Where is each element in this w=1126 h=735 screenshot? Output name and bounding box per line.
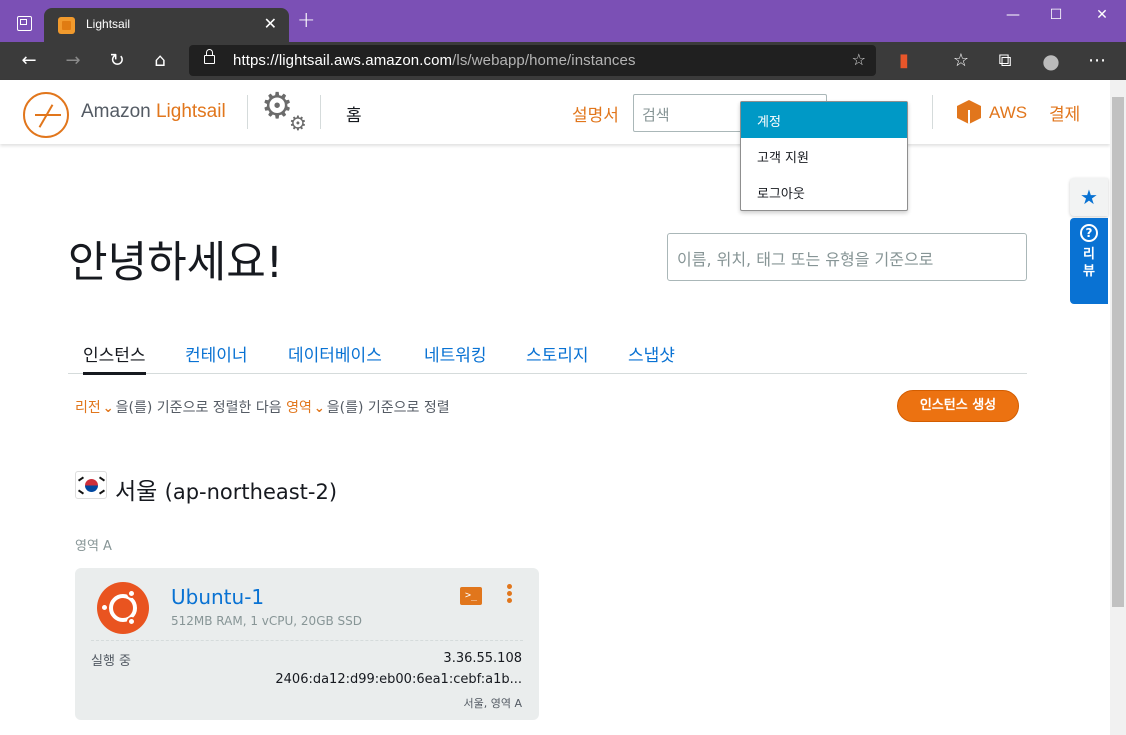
sort-text-1: 을(를) 기준으로 정렬한 다음 [115, 400, 282, 416]
new-tab-button[interactable]: + [297, 10, 315, 32]
aws-link[interactable]: AWS [989, 103, 1027, 123]
refresh-icon[interactable]: ↻ [106, 50, 128, 72]
region-heading: 서울 (ap-northeast-2) [115, 479, 338, 505]
ubuntu-logo-icon [97, 582, 149, 634]
settings-gear-small-icon: ⚙ [289, 111, 307, 135]
instance-spec: 512MB RAM, 1 vCPU, 20GB SSD [171, 614, 363, 628]
ssh-terminal-icon[interactable]: >_ [460, 587, 482, 605]
billing-link[interactable]: 결제 [1049, 100, 1080, 125]
extension-icon[interactable]: ▮ [893, 50, 915, 72]
forward-icon[interactable]: → [62, 50, 84, 72]
url-text: https://lightsail.aws.amazon.com/ls/weba… [233, 52, 636, 69]
browser-tab-lightsail[interactable]: Lightsail ✕ [44, 8, 289, 42]
lightsail-logo-icon[interactable] [23, 92, 69, 138]
lightsail-favicon-icon [58, 17, 75, 34]
home-icon[interactable]: ⌂ [149, 50, 171, 72]
resource-tabs: 인스턴스 컨테이너 데이터베이스 네트워킹 스토리지 스냅샷 [68, 338, 1027, 375]
instance-state: 실행 중 [91, 654, 132, 669]
tab-snapshots[interactable]: 스냅샷 [628, 341, 675, 372]
maximize-icon[interactable]: ☐ [1041, 6, 1071, 26]
address-bar[interactable]: https://lightsail.aws.amazon.com/ls/weba… [189, 45, 876, 76]
more-icon[interactable]: ⋯ [1086, 50, 1108, 72]
help-button[interactable]: ? 리뷰 [1070, 218, 1108, 304]
scrollbar-thumb[interactable] [1112, 97, 1124, 607]
instance-actions-kebab-icon[interactable] [505, 584, 513, 606]
browser-title-bar: Lightsail ✕ + — ☐ ✕ [0, 0, 1126, 42]
favorites-icon[interactable]: ☆ [950, 50, 972, 72]
chevron-down-icon[interactable]: ⌄ [103, 401, 114, 416]
sort-field-region[interactable]: 리전 [75, 400, 101, 416]
brand-name[interactable]: Amazon Lightsail [81, 101, 226, 123]
minimize-icon[interactable]: — [998, 6, 1028, 26]
home-link[interactable]: 홈 [346, 101, 362, 126]
help-question-icon: ? [1080, 224, 1098, 242]
divider [320, 95, 321, 129]
instance-ipv6: 2406:da12:d99:eb00:6ea1:cebf:a1b... [275, 672, 522, 687]
back-icon[interactable]: ← [18, 50, 40, 72]
zone-label: 영역 A [75, 539, 112, 554]
favorite-star-icon[interactable]: ★ [1070, 178, 1108, 216]
window-menu-icon[interactable] [17, 16, 32, 31]
instance-location: 서울, 영역 A [463, 697, 523, 710]
page-title: 안녕하세요! [68, 238, 284, 288]
instance-card[interactable]: Ubuntu-1 512MB RAM, 1 vCPU, 20GB SSD >_ … [75, 568, 539, 720]
tab-title: Lightsail [86, 17, 131, 31]
menu-item-account[interactable]: 계정 [741, 102, 907, 138]
tab-close-icon[interactable]: ✕ [264, 14, 277, 33]
profile-avatar-icon[interactable]: ● [1040, 50, 1062, 72]
tab-databases[interactable]: 데이터베이스 [288, 341, 382, 372]
instance-name-link[interactable]: Ubuntu-1 [171, 585, 264, 609]
tab-containers[interactable]: 컨테이너 [185, 341, 248, 372]
lock-icon [204, 49, 215, 64]
aws-cube-icon[interactable] [957, 100, 981, 124]
sort-text-2: 을(를) 기준으로 정렬 [326, 400, 450, 416]
divider [932, 95, 933, 129]
docs-link[interactable]: 설명서 [572, 101, 619, 126]
tab-networking[interactable]: 네트워킹 [424, 341, 487, 372]
sort-field-zone[interactable]: 영역 [286, 400, 312, 416]
account-dropdown-menu: 계정 고객 지원 로그아웃 [740, 101, 908, 211]
korea-flag-icon [75, 471, 107, 499]
add-favorite-icon[interactable]: ☆ [852, 50, 866, 69]
chevron-down-icon[interactable]: ⌄ [314, 401, 325, 416]
help-label: 리뷰 [1083, 247, 1095, 279]
close-window-icon[interactable]: ✕ [1087, 6, 1117, 26]
resource-filter-input[interactable]: 이름, 위치, 태그 또는 유형을 기준으로 [667, 233, 1027, 281]
sort-controls: 리전 ⌄ 을(를) 기준으로 정렬한 다음 영역 ⌄ 을(를) 기준으로 정렬 [75, 397, 450, 417]
create-instance-button[interactable]: 인스턴스 생성 [897, 390, 1019, 422]
divider [247, 95, 248, 129]
browser-toolbar: ← → ↻ ⌂ https://lightsail.aws.amazon.com… [0, 42, 1126, 80]
menu-item-support[interactable]: 고객 지원 [741, 138, 907, 174]
card-divider [91, 640, 523, 641]
menu-item-logout[interactable]: 로그아웃 [741, 174, 907, 210]
tab-instances[interactable]: 인스턴스 [83, 341, 146, 375]
lightsail-header: Amazon Lightsail ⚙ ⚙ 홈 설명서 검색 AWS 결제 [0, 80, 1110, 144]
instance-ipv4: 3.36.55.108 [443, 651, 522, 666]
collections-icon[interactable]: ⧉ [994, 50, 1016, 72]
tab-storage[interactable]: 스토리지 [526, 341, 589, 372]
